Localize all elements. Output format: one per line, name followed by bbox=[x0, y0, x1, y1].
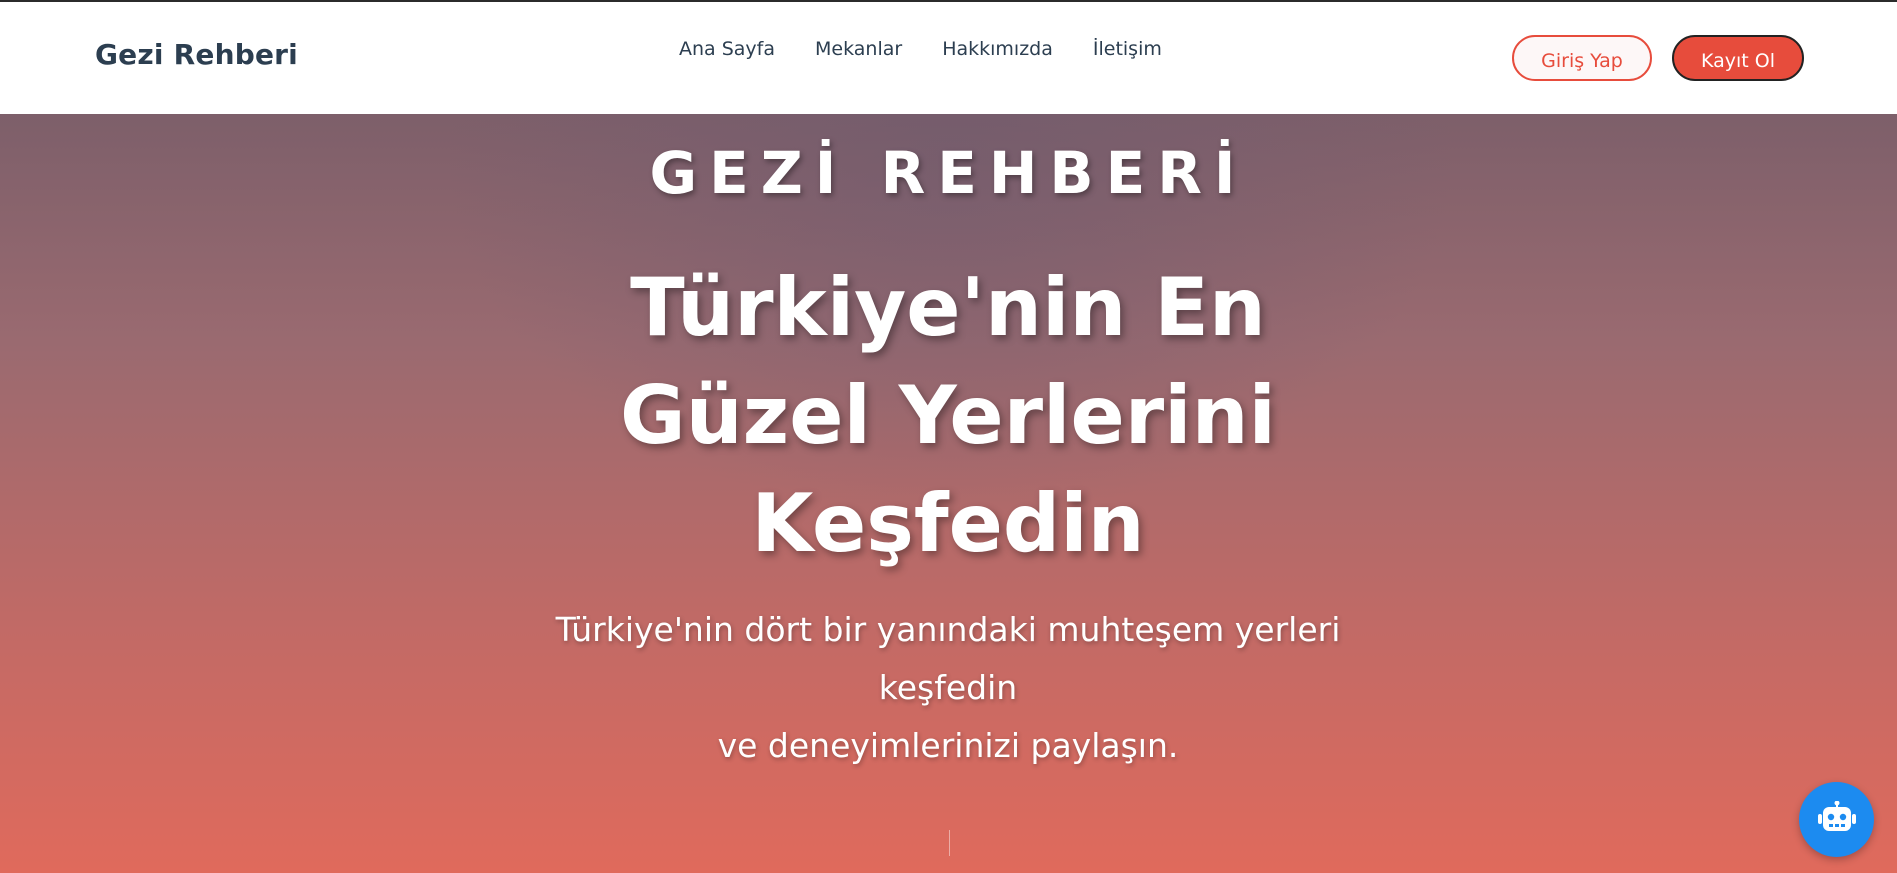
main-nav: Ana Sayfa Mekanlar Hakkımızda İletişim bbox=[679, 38, 1162, 60]
hero-title-line: Türkiye'nin En bbox=[630, 261, 1266, 354]
login-button[interactable]: Giriş Yap bbox=[1512, 35, 1652, 81]
scroll-indicator bbox=[949, 830, 950, 856]
nav-link-hakkimizda[interactable]: Hakkımızda bbox=[942, 38, 1053, 60]
hero-title: Türkiye'nin En Güzel Yerlerini Keşfedin bbox=[548, 254, 1348, 578]
navbar: Gezi Rehberi Ana Sayfa Mekanlar Hakkımız… bbox=[0, 2, 1897, 114]
hero-subtitle: Türkiye'nin dört bir yanındaki muhteşem … bbox=[498, 601, 1398, 775]
hero-subtitle-line: Türkiye'nin dört bir yanındaki muhteşem … bbox=[555, 610, 1341, 707]
hero-section: GEZİ REHBERİ Türkiye'nin En Güzel Yerler… bbox=[0, 114, 1897, 873]
brand-logo[interactable]: Gezi Rehberi bbox=[95, 38, 298, 71]
nav-link-ana-sayfa[interactable]: Ana Sayfa bbox=[679, 38, 775, 60]
robot-icon bbox=[1817, 800, 1857, 839]
nav-link-mekanlar[interactable]: Mekanlar bbox=[815, 38, 902, 60]
hero-subtitle-line: ve deneyimlerinizi paylaşın. bbox=[717, 726, 1179, 765]
nav-link-iletisim[interactable]: İletişim bbox=[1093, 38, 1162, 60]
hero-title-line: Güzel Yerlerini bbox=[620, 369, 1276, 462]
hero-title-line: Keşfedin bbox=[751, 477, 1145, 570]
hero-kicker: GEZİ REHBERİ bbox=[649, 139, 1248, 207]
chatbot-button[interactable] bbox=[1799, 782, 1874, 857]
signup-button[interactable]: Kayıt Ol bbox=[1672, 35, 1804, 81]
